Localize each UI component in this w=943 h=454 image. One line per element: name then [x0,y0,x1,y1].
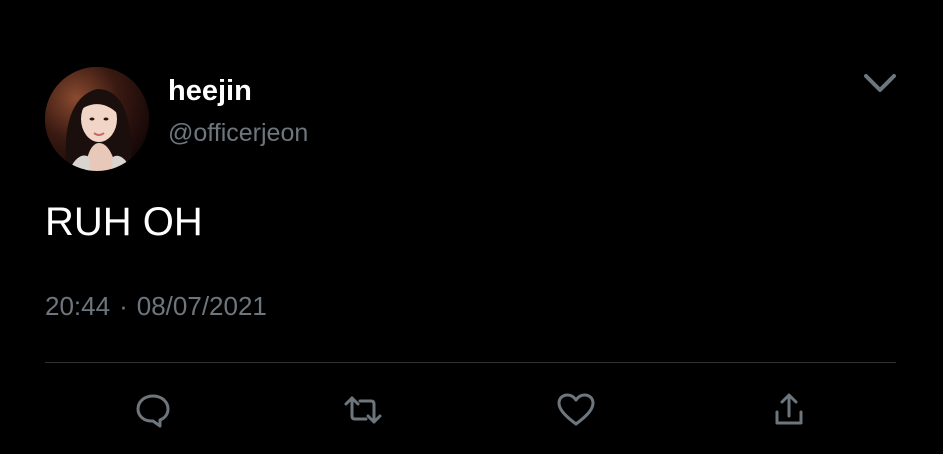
like-button[interactable] [554,388,598,432]
reply-button[interactable] [131,388,175,432]
tweet-card: heejin @officerjeon RUH OH 20:44 · 08/07/2… [0,0,943,454]
avatar[interactable] [45,67,149,171]
share-button[interactable] [767,388,811,432]
divider [45,362,896,363]
chevron-down-icon [864,74,896,92]
tweet-time: 20:44 [45,291,111,321]
meta-separator: · [119,291,128,321]
tweet-date: 08/07/2021 [136,291,267,321]
tweet-menu-button[interactable] [858,66,902,102]
tweet-timestamp[interactable]: 20:44 · 08/07/2021 [45,290,267,322]
tweet-text: RUH OH [45,200,203,244]
author-display-name[interactable]: heejin [168,74,252,108]
profile-photo-icon [45,67,149,171]
heart-icon [557,393,595,426]
author-handle[interactable]: @officerjeon [168,118,308,148]
share-icon [775,393,803,425]
retweet-button[interactable] [341,388,385,432]
retweet-icon [344,396,382,424]
reply-icon [136,394,170,428]
